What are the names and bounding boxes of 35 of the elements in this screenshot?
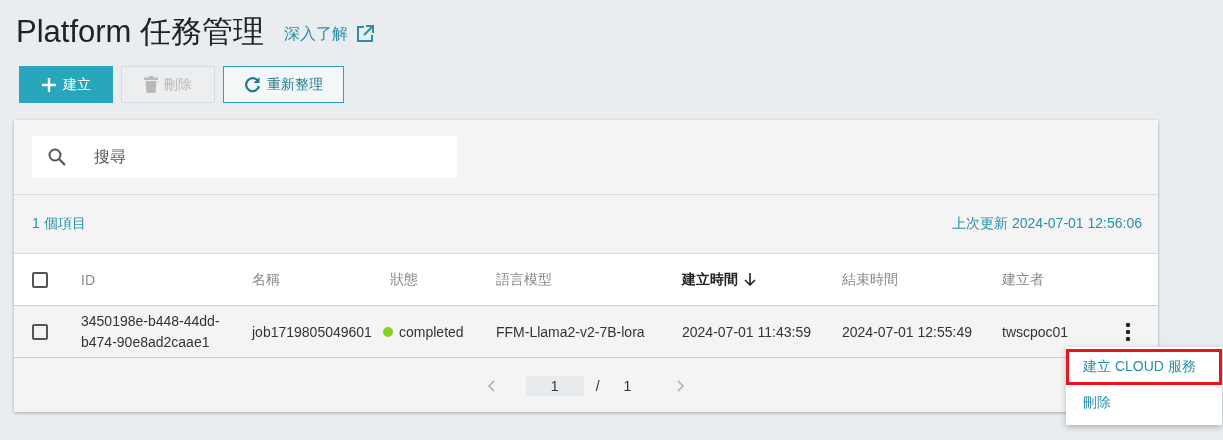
plus-icon bbox=[41, 76, 57, 93]
table-cell: 2024-07-01 11:43:59 bbox=[682, 323, 811, 340]
menu-item[interactable]: 建立 CLOUD 服務 bbox=[1066, 349, 1222, 385]
table-cell: FFM-Llama2-v2-7B-lora bbox=[496, 323, 645, 340]
column-header[interactable]: 建立時間 bbox=[682, 270, 756, 289]
last-updated: 上次更新 2024-07-01 12:56:06 bbox=[952, 215, 1142, 233]
table-cell: 2024-07-01 12:55:49 bbox=[842, 323, 972, 340]
external-link-icon bbox=[356, 25, 375, 43]
menu-item[interactable]: 刪除 bbox=[1066, 385, 1222, 421]
column-header[interactable]: ID bbox=[81, 271, 95, 288]
column-header[interactable]: 狀態 bbox=[390, 270, 418, 289]
column-header[interactable]: 建立者 bbox=[1002, 270, 1044, 289]
row-checkbox[interactable] bbox=[32, 323, 48, 340]
learn-more-link[interactable]: 深入了解 bbox=[284, 23, 375, 45]
sort-down-icon bbox=[744, 273, 756, 286]
select-all-checkbox[interactable] bbox=[32, 271, 48, 288]
search-icon bbox=[48, 148, 66, 166]
search-field[interactable]: 搜尋 bbox=[32, 136, 457, 178]
page-title: Platform 任務管理 bbox=[16, 13, 265, 51]
page-total: 1 bbox=[623, 377, 632, 394]
table-cell: job1719805049601 bbox=[252, 323, 372, 340]
item-count: 1 個項目 bbox=[32, 215, 86, 233]
page-number-field[interactable]: 1 bbox=[525, 375, 584, 396]
trash-icon bbox=[144, 76, 158, 93]
refresh-button[interactable]: 重新整理 bbox=[223, 66, 344, 103]
table-cell-text: 3450198e-b448-44dd-b474-90e8ad2caae1 bbox=[81, 311, 221, 352]
page-separator: / bbox=[595, 377, 600, 394]
column-header[interactable]: 名稱 bbox=[252, 270, 280, 289]
refresh-icon bbox=[244, 76, 261, 93]
status-text: completed bbox=[399, 323, 464, 340]
kebab-menu-icon[interactable] bbox=[1124, 321, 1131, 342]
table-cell: twscpoc01 bbox=[1002, 323, 1069, 340]
column-header[interactable]: 語言模型 bbox=[496, 270, 552, 289]
create-button[interactable]: 建立 bbox=[19, 66, 113, 103]
column-header[interactable]: 結束時間 bbox=[842, 270, 898, 289]
